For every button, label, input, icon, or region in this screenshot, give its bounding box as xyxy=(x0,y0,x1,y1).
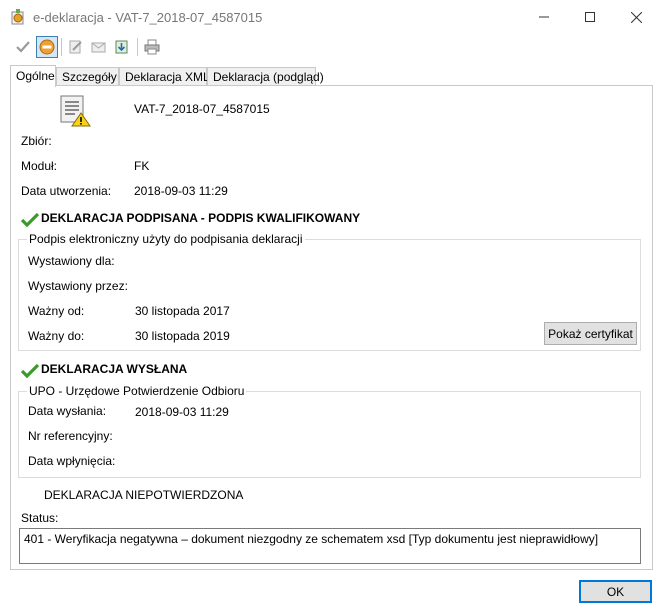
upo-group: UPO - Urzędowe Potwierdzenie Odbioru Dat… xyxy=(18,384,641,478)
status-field[interactable]: 401 - Weryfikacja negatywna – dokument n… xyxy=(19,528,641,564)
zbior-label: Zbiór: xyxy=(21,134,52,148)
document-warning-icon xyxy=(60,95,92,127)
sent-heading: DEKLARACJA WYSŁANA xyxy=(41,362,188,376)
data-wplyniecia-label: Data wpłynięcia: xyxy=(28,454,116,468)
modul-label: Moduł: xyxy=(21,159,58,173)
wazny-od-label: Ważny od: xyxy=(28,304,85,318)
cancel-button[interactable] xyxy=(36,36,58,58)
ok-button[interactable]: OK xyxy=(579,580,652,603)
sign-button[interactable] xyxy=(65,36,87,58)
data-wyslania-label: Data wysłania: xyxy=(28,404,107,418)
wazny-do-value: 30 listopada 2019 xyxy=(135,329,230,343)
tab-deklaracja-podglad[interactable]: Deklaracja (podgląd) xyxy=(207,67,324,86)
sign-document-icon xyxy=(69,40,82,54)
download-upo-icon xyxy=(115,40,128,54)
tab-deklaracja-xml[interactable]: Deklaracja XML xyxy=(119,67,210,86)
sent-check-icon xyxy=(20,363,40,379)
signature-group: Podpis elektroniczny użyty do podpisania… xyxy=(18,232,641,351)
wazny-od-value: 30 listopada 2017 xyxy=(135,304,230,318)
wazny-do-label: Ważny do: xyxy=(28,329,85,343)
general-tab-panel: VAT-7_2018-07_4587015 Zbiór: Moduł: FK D… xyxy=(10,85,653,570)
print-button[interactable] xyxy=(141,36,163,58)
wystawiony-dla-label: Wystawiony dla: xyxy=(28,254,115,268)
wystawiony-przez-label: Wystawiony przez: xyxy=(28,279,128,293)
show-certificate-button[interactable]: Pokaż certyfikat xyxy=(544,322,637,345)
modul-value: FK xyxy=(134,159,150,173)
signature-group-title: Podpis elektroniczny użyty do podpisania… xyxy=(27,232,305,246)
approve-button[interactable] xyxy=(12,36,34,58)
signed-heading: DEKLARACJA PODPISANA - PODPIS KWALIFIKOW… xyxy=(41,211,361,225)
toolbar-separator xyxy=(137,38,138,56)
upo-group-title: UPO - Urzędowe Potwierdzenie Odbioru xyxy=(27,384,247,398)
toolbar-separator xyxy=(61,38,62,56)
data-wyslania-value: 2018-09-03 11:29 xyxy=(135,405,229,419)
nr-referencyjny-label: Nr referencyjny: xyxy=(28,429,113,443)
toolbar xyxy=(0,34,659,60)
data-utworzenia-label: Data utworzenia: xyxy=(21,184,112,198)
document-name: VAT-7_2018-07_4587015 xyxy=(134,102,270,116)
download-upo-button[interactable] xyxy=(111,36,133,58)
print-icon xyxy=(144,39,160,55)
signed-check-icon xyxy=(20,212,40,228)
maximize-button[interactable] xyxy=(567,0,613,34)
tab-ogolne[interactable]: Ogólne xyxy=(10,65,56,87)
unconfirmed-heading: DEKLARACJA NIEPOTWIERDZONA xyxy=(44,488,244,502)
minimize-icon xyxy=(539,16,549,18)
app-icon xyxy=(10,9,26,25)
window-title: e-deklaracja - VAT-7_2018-07_4587015 xyxy=(33,10,263,25)
data-utworzenia-value: 2018-09-03 11:29 xyxy=(134,184,228,198)
cancel-circle-icon xyxy=(39,39,55,55)
minimize-button[interactable] xyxy=(521,0,567,34)
send-button[interactable] xyxy=(88,36,110,58)
tab-szczegoly[interactable]: Szczegóły xyxy=(56,67,119,86)
send-envelope-icon xyxy=(91,42,106,53)
title-bar: e-deklaracja - VAT-7_2018-07_4587015 xyxy=(0,0,659,34)
check-icon xyxy=(16,41,30,53)
maximize-icon xyxy=(585,12,595,22)
close-icon xyxy=(630,11,642,23)
status-label: Status: xyxy=(21,511,59,525)
close-button[interactable] xyxy=(613,0,659,34)
